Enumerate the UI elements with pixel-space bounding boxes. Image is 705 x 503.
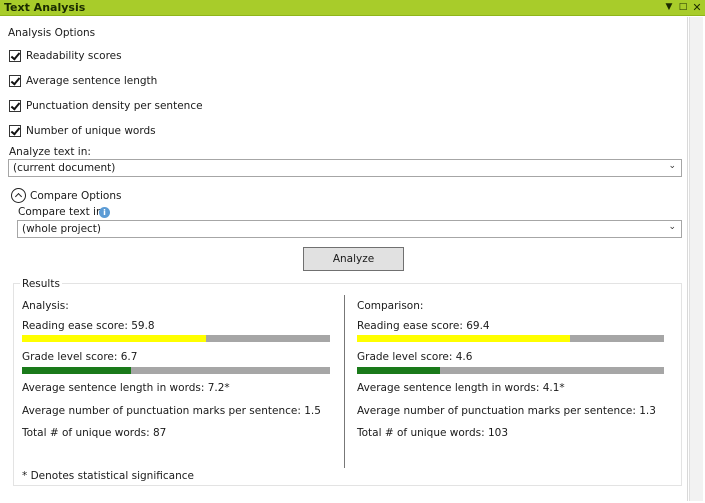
punctuation-density-checkbox[interactable] bbox=[9, 100, 21, 112]
comparison-grade-level-bar bbox=[357, 367, 664, 374]
compare-text-in-select[interactable]: (whole project) ⌄ bbox=[17, 220, 682, 238]
analyze-text-in-value: (current document) bbox=[13, 162, 116, 174]
compare-text-in-value: (whole project) bbox=[22, 223, 102, 235]
comparison-reading-ease-label: Reading ease score: 69.4 bbox=[357, 320, 490, 332]
comparison-unique-words: Total # of unique words: 103 bbox=[357, 427, 508, 439]
maximize-icon[interactable]: □ bbox=[677, 1, 689, 14]
readability-scores-label: Readability scores bbox=[26, 50, 122, 62]
window-title: Text Analysis bbox=[4, 1, 86, 14]
analysis-options-heading: Analysis Options bbox=[8, 27, 96, 39]
analysis-avg-sentence-length: Average sentence length in words: 7.2* bbox=[22, 382, 230, 394]
chevron-down-icon: ⌄ bbox=[668, 222, 676, 232]
analysis-unique-words: Total # of unique words: 87 bbox=[22, 427, 167, 439]
analyze-text-in-label: Analyze text in: bbox=[9, 146, 91, 158]
average-sentence-length-checkbox[interactable] bbox=[9, 75, 21, 87]
unique-words-label: Number of unique words bbox=[26, 125, 156, 137]
comparison-reading-ease-fill bbox=[357, 335, 571, 342]
readability-scores-checkbox[interactable] bbox=[9, 50, 21, 62]
compare-text-in-label: Compare text in: bbox=[18, 206, 107, 218]
comparison-grade-level-label: Grade level score: 4.6 bbox=[357, 351, 473, 363]
analysis-reading-ease-label: Reading ease score: 59.8 bbox=[22, 320, 155, 332]
title-bar: Text Analysis ▼ □ ✕ bbox=[0, 0, 705, 16]
analysis-heading: Analysis: bbox=[22, 300, 69, 312]
results-heading: Results bbox=[20, 278, 62, 290]
analysis-reading-ease-bar bbox=[22, 335, 330, 342]
comparison-avg-sentence-length: Average sentence length in words: 4.1* bbox=[357, 382, 565, 394]
analysis-avg-punctuation: Average number of punctuation marks per … bbox=[22, 405, 321, 417]
punctuation-density-label: Punctuation density per sentence bbox=[26, 100, 203, 112]
average-sentence-length-label: Average sentence length bbox=[26, 75, 158, 87]
analysis-grade-level-bar bbox=[22, 367, 330, 374]
vertical-scrollbar[interactable] bbox=[689, 17, 703, 501]
analysis-grade-level-label: Grade level score: 6.7 bbox=[22, 351, 138, 363]
dropdown-menu-icon[interactable]: ▼ bbox=[663, 1, 675, 14]
analysis-grade-level-fill bbox=[22, 367, 131, 374]
comparison-reading-ease-bar bbox=[357, 335, 664, 342]
significance-footnote: * Denotes statistical significance bbox=[22, 470, 194, 482]
analysis-reading-ease-fill bbox=[22, 335, 207, 342]
comparison-grade-level-fill bbox=[357, 367, 441, 374]
analyze-button[interactable]: Analyze bbox=[303, 247, 404, 271]
analyze-text-in-select[interactable]: (current document) ⌄ bbox=[8, 159, 682, 177]
comparison-heading: Comparison: bbox=[357, 300, 424, 312]
compare-options-toggle-icon[interactable] bbox=[11, 188, 26, 203]
info-icon[interactable]: i bbox=[99, 207, 110, 218]
results-divider bbox=[344, 295, 345, 468]
comparison-avg-punctuation: Average number of punctuation marks per … bbox=[357, 405, 656, 417]
compare-options-label[interactable]: Compare Options bbox=[30, 190, 121, 202]
chevron-down-icon: ⌄ bbox=[668, 161, 676, 171]
close-icon[interactable]: ✕ bbox=[691, 1, 703, 14]
unique-words-checkbox[interactable] bbox=[9, 125, 21, 137]
